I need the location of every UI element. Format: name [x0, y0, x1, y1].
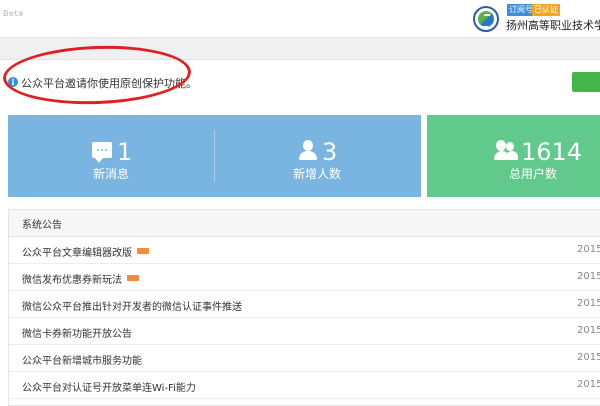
nav-strip: [0, 38, 600, 60]
school-logo-icon[interactable]: [473, 6, 499, 32]
notice-text[interactable]: 公众平台邀请你使用原创保护功能。: [21, 75, 197, 91]
users-icon: [494, 140, 518, 160]
message-icon: [92, 142, 112, 163]
new-badge-icon: [137, 248, 149, 254]
announcement-row[interactable]: 微信公众平台推出针对开发者的微信认证事件推送 2015: [9, 291, 600, 318]
new-badge-icon: [127, 275, 139, 281]
new-messages-label[interactable]: 新消息: [93, 165, 129, 182]
user-icon: [298, 140, 318, 160]
announcement-title[interactable]: 微信发布优惠券新玩法: [22, 275, 122, 286]
announcement-row[interactable]: 公众平台对认证号开放菜单连Wi-Fi能力 2015: [9, 372, 600, 399]
stats-divider: [214, 130, 215, 182]
announcement-title[interactable]: 微信公众平台推出针对开发者的微信认证事件推送: [22, 298, 242, 313]
notice-action-button[interactable]: [572, 72, 600, 92]
announcement-title[interactable]: 微信卡券新功能开放公告: [22, 325, 132, 340]
beta-label: Beta: [3, 9, 24, 18]
total-users-label[interactable]: 总用户数: [509, 165, 557, 182]
announcement-title-wrap[interactable]: 微信发布优惠券新玩法: [22, 271, 139, 286]
announcement-row[interactable]: 公众平台新增城市服务功能 2015: [9, 345, 600, 372]
announcement-title[interactable]: 公众平台对认证号开放菜单连Wi-Fi能力: [22, 379, 196, 394]
announcement-date: 2015: [577, 244, 600, 255]
subscription-tag: 订阅号: [507, 4, 535, 16]
announcement-date: 2015: [577, 298, 600, 309]
account-name[interactable]: 扬州高等职业技术学校: [506, 17, 600, 33]
new-followers-label[interactable]: 新增人数: [293, 165, 341, 182]
announcement-date: 2015: [577, 325, 600, 336]
announcements-title: 系统公告: [22, 220, 62, 231]
announcement-date: 2015: [577, 379, 600, 390]
announcements-header: [8, 209, 600, 237]
announcement-date: 2015: [577, 352, 600, 363]
announcement-title[interactable]: 公众平台文章编辑器改版: [22, 248, 132, 259]
announcement-row[interactable]: 微信卡券新功能开放公告 2015: [9, 318, 600, 345]
announcement-title-wrap[interactable]: 公众平台文章编辑器改版: [22, 244, 149, 259]
new-messages-count[interactable]: 1: [117, 139, 132, 165]
announcement-row[interactable]: 公众平台文章编辑器改版 2015: [9, 237, 600, 264]
info-icon: i: [8, 77, 18, 87]
new-followers-count[interactable]: 3: [322, 139, 337, 165]
announcement-row[interactable]: 微信发布优惠券新玩法 2015: [9, 264, 600, 291]
announcement-date: 2015: [577, 271, 600, 282]
total-users-count[interactable]: 1614: [521, 139, 582, 165]
verified-tag: 已认证: [532, 4, 560, 16]
announcement-title[interactable]: 公众平台新增城市服务功能: [22, 352, 142, 367]
